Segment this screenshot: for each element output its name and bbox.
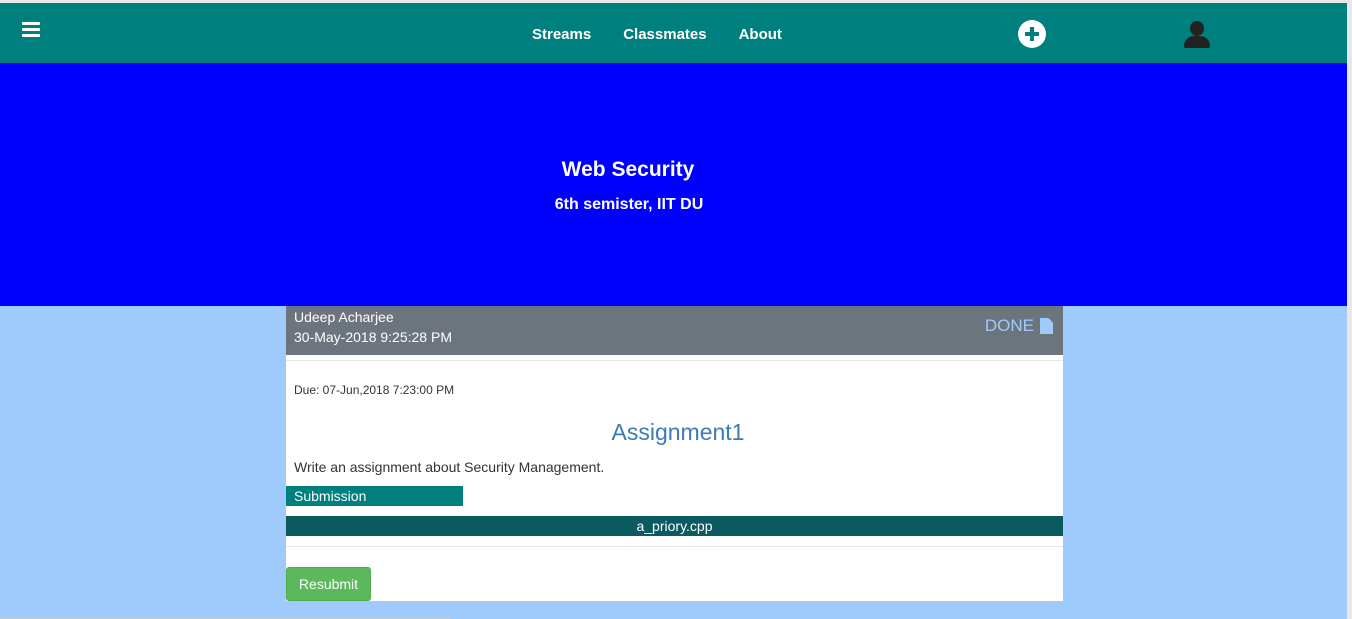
hamburger-icon[interactable] <box>22 22 40 38</box>
attachment-link[interactable]: a_priory.cpp <box>286 516 1063 536</box>
nav-link-about[interactable]: About <box>739 26 782 43</box>
course-title: Web Security <box>561 158 695 181</box>
nav-link-classmates[interactable]: Classmates <box>623 26 706 43</box>
file-icon <box>1040 318 1053 334</box>
assignment-card: Udeep Acharjee 30-May-2018 9:25:28 PM DO… <box>286 306 1063 601</box>
assignment-title: Assignment1 <box>611 419 745 445</box>
submission-format-badge: Submission Format:pdf,docx <box>286 486 463 524</box>
status-label: DONE <box>984 316 1034 335</box>
resubmit-button[interactable]: Resubmit <box>286 567 371 601</box>
navbar: Streams Classmates About <box>0 3 1347 63</box>
post-author: Udeep Acharjee <box>294 309 394 325</box>
nav-links: Streams Classmates About <box>532 26 782 43</box>
assignment-description: Write an assignment about Security Manag… <box>294 459 605 475</box>
status-badge: DONE <box>985 316 1053 336</box>
card-header: Udeep Acharjee 30-May-2018 9:25:28 PM DO… <box>286 306 1063 355</box>
course-banner: Web Security 6th semister, IIT DU <box>0 63 1347 306</box>
due-date: Due: 07-Jun,2018 7:23:00 PM <box>294 383 455 397</box>
plus-circle-icon[interactable] <box>1018 20 1046 48</box>
course-subtitle: 6th semister, IIT DU <box>554 196 704 213</box>
user-icon[interactable] <box>1183 21 1211 49</box>
divider <box>286 360 1063 361</box>
divider <box>286 546 1063 547</box>
scrollbar-track[interactable] <box>1347 0 1352 619</box>
post-timestamp: 30-May-2018 9:25:28 PM <box>294 329 452 345</box>
page: Streams Classmates About Web Security 6t… <box>0 0 1352 619</box>
nav-link-streams[interactable]: Streams <box>532 26 591 43</box>
